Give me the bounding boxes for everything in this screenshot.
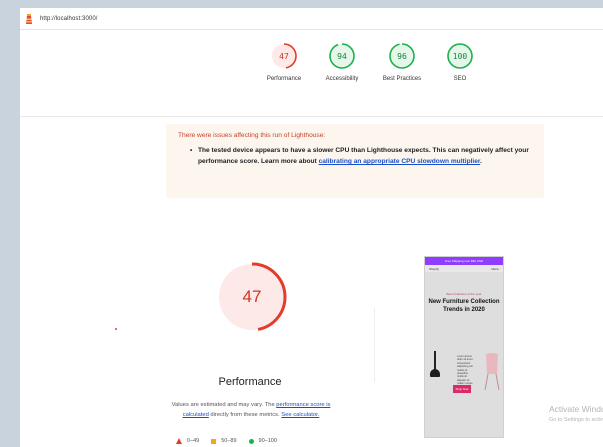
lamp-icon [430, 369, 440, 377]
gauge-label-performance: Performance [266, 76, 302, 82]
gauge-label-seo: SEO [453, 76, 467, 82]
see-calculator-link[interactable]: See calculator. [281, 412, 319, 418]
screenshot-subtitle: Best Collection of the year [446, 292, 482, 296]
gauge-score-best-practices: 96 [397, 51, 407, 61]
screenshot-banner: Free Shipping over $50 USD [425, 257, 503, 265]
legend-range-fail: 0–49 [187, 438, 200, 444]
gauge-accessibility[interactable]: 94 Accessibility [312, 42, 372, 82]
warning-title: There were issues affecting this run of … [178, 132, 326, 139]
warning-item: The tested device appears to have a slow… [190, 145, 532, 167]
lighthouse-report: http://localhost:3000/ 47 Performance 94… [20, 8, 603, 447]
performance-title: Performance [218, 376, 282, 388]
legend-average: 50–89 [211, 438, 237, 444]
gauge-label-best-practices: Best Practices [382, 76, 422, 82]
runtime-warning: There were issues affecting this run of … [166, 124, 544, 198]
screenshot-menu: Menu [491, 266, 499, 271]
warning-list: The tested device appears to have a slow… [178, 145, 532, 167]
note-text-1: Values are estimated and may vary. The [171, 402, 277, 408]
screenshot-heading: New Furniture Collection Trends in 2020 [428, 299, 500, 313]
performance-score: 47 [242, 287, 262, 306]
performance-note: Values are estimated and may vary. The p… [160, 400, 342, 420]
screenshot-nav: Shopify Menu [425, 265, 503, 272]
cpu-slowdown-link[interactable]: calibrating an appropriate CPU slowdown … [319, 158, 481, 165]
stray-dot [115, 328, 117, 330]
gauge-best-practices[interactable]: 96 Best Practices [372, 42, 432, 82]
section-divider [374, 308, 375, 382]
gauge-score-performance: 47 [279, 51, 289, 61]
legend-fail: 0–49 [176, 438, 199, 444]
gauge-seo[interactable]: 100 SEO [430, 42, 490, 82]
header-divider [20, 116, 603, 117]
score-gauges: 47 Performance 94 Accessibility 96 Best … [20, 42, 603, 114]
note-text-2: directly from these metrics. [208, 412, 282, 418]
screenshot-shop-button: Shop Now [453, 385, 471, 393]
screenshot-body: Lorem ipsum dolor sit amet consectetur a… [457, 355, 473, 389]
tested-url[interactable]: http://localhost:3000/ [40, 16, 98, 22]
final-screenshot[interactable]: Free Shipping over $50 USD Shopify Menu B… [424, 256, 504, 438]
warning-end: . [480, 158, 482, 165]
lighthouse-logo-icon [26, 13, 32, 24]
square-icon [211, 438, 217, 444]
report-header: http://localhost:3000/ [20, 8, 603, 30]
watermark-line-2: Go to Settings to activate Windows. [549, 417, 603, 423]
screenshot-brand: Shopify [429, 266, 440, 271]
gauge-score-accessibility: 94 [337, 51, 347, 61]
gauge-score-seo: 100 [452, 51, 468, 61]
gauge-label-accessibility: Accessibility [325, 76, 359, 82]
gauge-performance[interactable]: 47 Performance [254, 42, 314, 82]
activate-windows-watermark: Activate Windows Go to Settings to activ… [549, 404, 603, 423]
legend-pass: 90–100 [248, 438, 277, 444]
chair-icon [484, 353, 500, 391]
triangle-icon [176, 438, 182, 444]
score-legend: 0–49 50–89 90–100 [176, 438, 289, 444]
circle-icon [248, 438, 254, 444]
legend-range-average: 50–89 [221, 438, 237, 444]
watermark-line-1: Activate Windows [549, 404, 603, 414]
legend-range-pass: 90–100 [258, 438, 277, 444]
